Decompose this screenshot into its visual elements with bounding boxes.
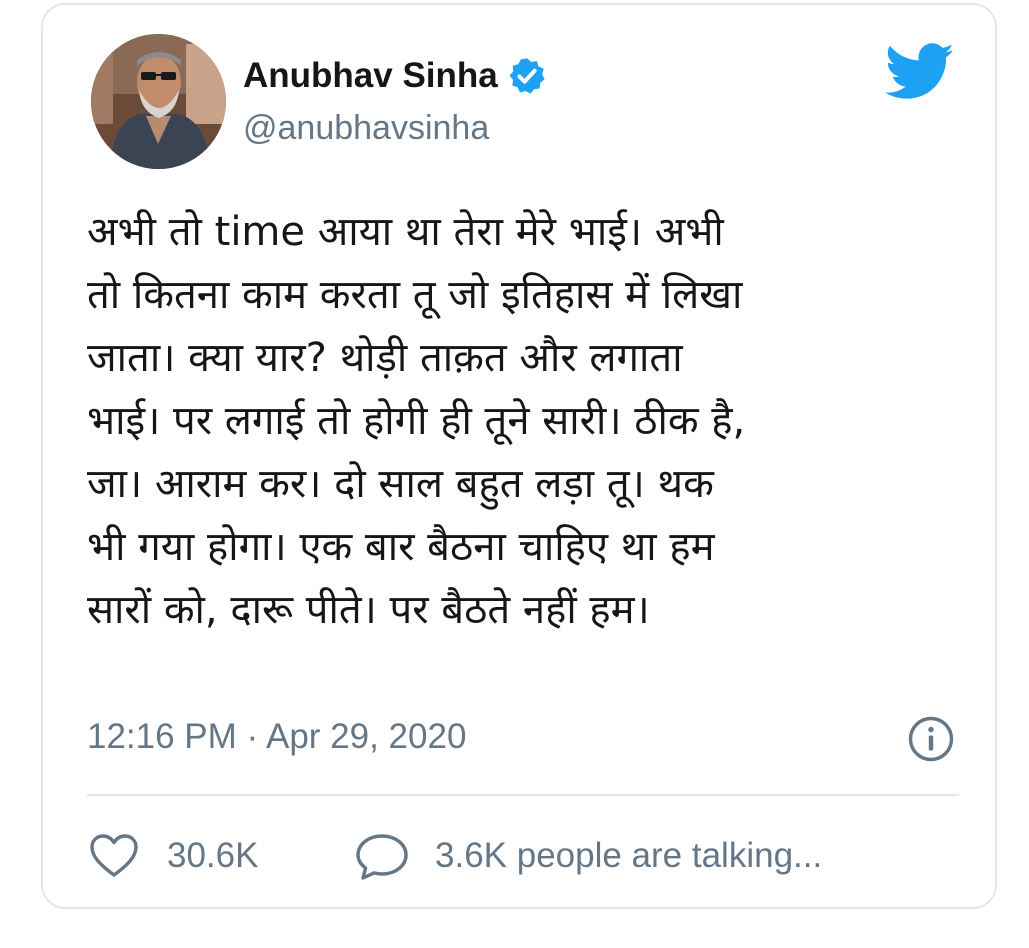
- tweet-text: अभी तो time आया था तेरा मेरे भाई। अभी तो…: [87, 209, 746, 633]
- conversation-link[interactable]: 3.6K people are talking...: [355, 829, 822, 883]
- speech-bubble-icon: [356, 834, 408, 880]
- talking-count: 3.6K people are talking...: [435, 836, 823, 875]
- divider: [87, 794, 959, 796]
- author-handle[interactable]: @anubhavsinha: [243, 109, 489, 148]
- tweet-card[interactable]: Anubhav Sinha @anubhavsinha अभी तो time …: [41, 3, 997, 909]
- heart-icon: [90, 834, 138, 877]
- verified-badge-icon: [509, 58, 545, 94]
- info-icon[interactable]: [907, 715, 955, 763]
- like-button[interactable]: 30.6K: [89, 829, 258, 883]
- tweet-timestamp[interactable]: 12:16 PM · Apr 29, 2020: [87, 717, 466, 757]
- twitter-bird-icon[interactable]: [885, 43, 955, 101]
- like-count: 30.6K: [167, 836, 259, 875]
- avatar[interactable]: [91, 34, 226, 169]
- author-name-row[interactable]: Anubhav Sinha: [243, 51, 546, 101]
- author-display-name[interactable]: Anubhav Sinha: [243, 56, 498, 96]
